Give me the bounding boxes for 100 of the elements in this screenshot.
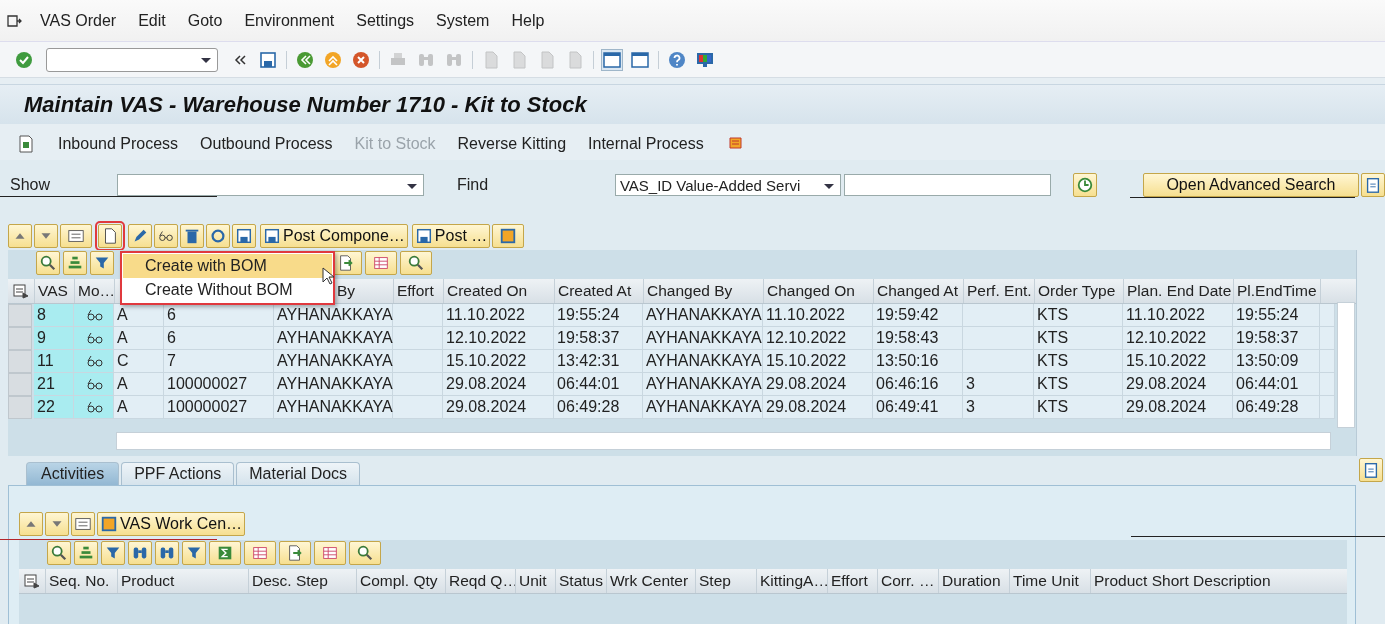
find-field-dropdown[interactable]: VAS_ID Value-Added Servi [614, 174, 842, 196]
table-cell: 15.10.2022 [443, 350, 554, 373]
table-cell: C [114, 350, 164, 373]
column-header[interactable]: Order Type [1038, 282, 1116, 300]
menu-item[interactable]: Help [511, 11, 545, 30]
menu-item[interactable]: Settings [356, 11, 415, 30]
column-header[interactable]: Wrk Center [610, 572, 689, 590]
column-header[interactable]: Time Unit [1013, 572, 1079, 590]
column-header[interactable]: Seq. No. [49, 572, 110, 590]
table-cell: 06:44:01 [554, 373, 643, 396]
table-cell: 19:55:24 [1233, 304, 1320, 327]
table-cell: 3 [963, 373, 1034, 396]
menu-item[interactable]: Edit [138, 11, 166, 30]
column-header[interactable]: Mo… [78, 282, 116, 300]
table-cell: 13:50:09 [1233, 350, 1320, 373]
column-header[interactable]: Unit [519, 572, 547, 590]
table-cell: 6 [164, 304, 274, 327]
column-header[interactable]: Changed At [877, 282, 958, 300]
column-header[interactable]: Pl.EndTime [1237, 282, 1317, 300]
table-cell: KTS [1034, 396, 1123, 419]
column-header[interactable]: Compl. Qty [360, 572, 438, 590]
column-header[interactable]: Step [699, 572, 731, 590]
table-cell: KTS [1034, 373, 1123, 396]
table-cell: 22 [34, 396, 74, 419]
table-cell: 11.10.2022 [1123, 304, 1233, 327]
table-cell: AYHANAKKAYA [643, 373, 763, 396]
column-header[interactable]: Changed By [647, 282, 733, 300]
table-cell: AYHANAKKAYA [643, 327, 763, 350]
work-center-button[interactable]: VAS Work Cen… [97, 512, 246, 536]
show-label: Show [10, 176, 52, 194]
post-button[interactable]: Post … [411, 224, 491, 248]
column-header[interactable]: VAS [38, 282, 68, 300]
table-cell: 29.08.2024 [443, 396, 554, 419]
table-cell: AYHANAKKAYA [274, 373, 393, 396]
table-cell: A [114, 327, 164, 350]
table-cell: 15.10.2022 [763, 350, 873, 373]
menu-item[interactable]: Create Without BOM [123, 278, 332, 302]
column-header[interactable]: Plan. End Date [1127, 282, 1232, 300]
table-cell: AYHANAKKAYA [274, 350, 393, 373]
table-cell: AYHANAKKAYA [643, 350, 763, 373]
menu-item[interactable]: System [436, 11, 490, 30]
table-cell: A [114, 304, 164, 327]
toolbar-button[interactable]: Reverse Kitting [457, 135, 567, 153]
table-cell: 3 [963, 396, 1034, 419]
toolbar-button[interactable]: Internal Process [588, 135, 704, 153]
table-cell: KTS [1034, 304, 1123, 327]
open-advanced-search-button[interactable]: Open Advanced Search [1142, 173, 1360, 197]
table-cell: AYHANAKKAYA [643, 304, 763, 327]
table-cell: A [114, 373, 164, 396]
table-cell: AYHANAKKAYA [274, 396, 393, 419]
column-header[interactable]: Duration [942, 572, 1001, 590]
table-cell: 06:49:28 [1233, 396, 1320, 419]
table-cell: 7 [164, 350, 274, 373]
column-header[interactable]: Created At [558, 282, 632, 300]
button-label: Post Compone… [283, 227, 405, 245]
tab[interactable]: Activities [26, 462, 120, 485]
table-cell: 11 [34, 350, 74, 373]
table-cell: 19:55:24 [554, 304, 643, 327]
toolbar-button[interactable]: Inbound Process [58, 135, 179, 153]
table-cell: 6 [164, 327, 274, 350]
table-cell: AYHANAKKAYA [274, 327, 393, 350]
menu-item[interactable]: Goto [187, 11, 223, 30]
tab[interactable]: Material Docs [236, 462, 361, 485]
table-cell: AYHANAKKAYA [274, 304, 393, 327]
table-cell: KTS [1034, 327, 1123, 350]
column-header[interactable]: Product [121, 572, 175, 590]
menu-item[interactable]: VAS Order [40, 11, 117, 30]
find-label: Find [457, 176, 490, 194]
column-header[interactable]: Product Short Description [1094, 572, 1271, 590]
post-button[interactable]: Post Compone… [260, 224, 408, 248]
table-cell: 06:49:41 [873, 396, 963, 419]
screen-title: Maintain VAS - Warehouse Number 1710 - Kit to Stock [24, 91, 587, 118]
column-header[interactable]: Reqd Q… [449, 572, 518, 590]
table-cell: 29.08.2024 [1123, 373, 1233, 396]
table-cell: AYHANAKKAYA [643, 396, 763, 419]
column-header[interactable]: Effort [831, 572, 868, 590]
table-cell: 29.08.2024 [443, 373, 554, 396]
table-cell: 12.10.2022 [763, 327, 873, 350]
column-header[interactable]: Desc. Step [252, 572, 328, 590]
table-cell: 100000027 [164, 396, 274, 419]
table-cell: 06:46:16 [873, 373, 963, 396]
table-cell: 19:58:43 [873, 327, 963, 350]
column-header[interactable]: Status [559, 572, 603, 590]
toolbar-button[interactable]: Outbound Process [200, 135, 333, 153]
column-header[interactable]: Changed On [767, 282, 855, 300]
table-cell: 13:50:16 [873, 350, 963, 373]
tab[interactable]: PPF Actions [121, 462, 235, 485]
table-cell: 11.10.2022 [443, 304, 554, 327]
column-header[interactable]: KittingA… [760, 572, 829, 590]
column-header[interactable]: Perf. Ent. [967, 282, 1032, 300]
button-label: Post … [434, 227, 488, 245]
column-header[interactable]: By [337, 282, 356, 300]
menu-item[interactable]: Create with BOM [123, 254, 332, 278]
table-cell: KTS [1034, 350, 1123, 373]
column-header[interactable]: Corr. … [881, 572, 935, 590]
menu-item[interactable]: Environment [244, 11, 335, 30]
table-cell: 11.10.2022 [763, 304, 873, 327]
column-header[interactable]: Effort [397, 282, 434, 300]
column-header[interactable]: Created On [447, 282, 528, 300]
table-cell: 21 [34, 373, 74, 396]
